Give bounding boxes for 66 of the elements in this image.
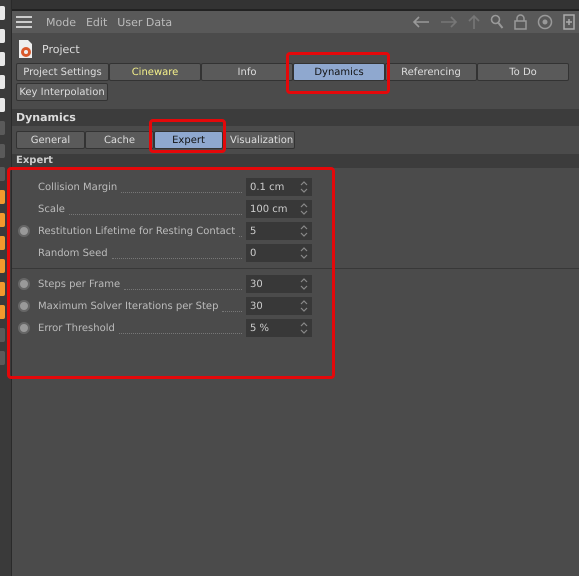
tool-icon[interactable] bbox=[0, 6, 5, 20]
tool-icon[interactable] bbox=[0, 52, 5, 66]
tab[interactable]: Visualization bbox=[223, 131, 295, 149]
parameter-label: Collision Margin bbox=[38, 182, 118, 192]
group-header: Expert bbox=[12, 154, 579, 168]
keyframe-dot[interactable] bbox=[18, 300, 30, 312]
tool-icon[interactable] bbox=[0, 98, 5, 112]
spinner-icon[interactable] bbox=[300, 246, 308, 260]
parameter-label: Scale bbox=[38, 204, 65, 214]
tool-icon[interactable] bbox=[0, 75, 5, 89]
spinner-icon[interactable] bbox=[300, 202, 308, 216]
parameter-label: Restitution Lifetime for Resting Contact bbox=[38, 226, 236, 236]
parameter-label: Random Seed bbox=[38, 248, 108, 258]
forward-arrow-icon[interactable] bbox=[440, 16, 458, 28]
object-name: Project bbox=[42, 42, 80, 56]
tab[interactable]: Referencing bbox=[385, 63, 477, 81]
menu-item[interactable]: Mode bbox=[46, 16, 76, 28]
tab[interactable]: Expert bbox=[154, 131, 223, 149]
number-field[interactable]: 0 bbox=[246, 244, 312, 262]
menu-item[interactable]: User Data bbox=[117, 16, 172, 28]
search-icon[interactable] bbox=[490, 14, 504, 30]
tab[interactable]: To Do bbox=[477, 63, 569, 81]
parameter-label: Error Threshold bbox=[38, 322, 115, 334]
tab[interactable]: Cineware bbox=[109, 63, 201, 81]
tool-icon[interactable] bbox=[0, 190, 5, 204]
tool-icon[interactable] bbox=[0, 144, 5, 158]
up-arrow-icon[interactable] bbox=[468, 14, 480, 30]
target-icon[interactable] bbox=[537, 14, 553, 30]
number-field[interactable]: 100 cm bbox=[246, 200, 312, 218]
tab[interactable]: Key Interpolation bbox=[16, 83, 108, 101]
spinner-icon[interactable] bbox=[300, 299, 308, 313]
menu-icon[interactable] bbox=[16, 16, 32, 28]
tab[interactable]: Info bbox=[201, 63, 293, 81]
number-field[interactable]: 5 % bbox=[246, 319, 312, 337]
tool-icon[interactable] bbox=[0, 121, 5, 135]
spinner-icon[interactable] bbox=[300, 180, 308, 194]
tool-icon[interactable] bbox=[0, 29, 5, 43]
tool-icon[interactable] bbox=[0, 259, 5, 273]
spinner-icon[interactable] bbox=[300, 277, 308, 291]
tab[interactable]: Dynamics bbox=[293, 63, 385, 81]
spinner-icon[interactable] bbox=[300, 224, 308, 238]
number-field[interactable]: 0.1 cm bbox=[246, 178, 312, 196]
parameter-label: Maximum Solver Iterations per Step bbox=[38, 300, 218, 312]
tab[interactable]: Project Settings bbox=[16, 63, 109, 81]
lock-icon[interactable] bbox=[514, 14, 527, 30]
tool-icon[interactable] bbox=[0, 236, 5, 250]
number-field[interactable]: 30 bbox=[246, 297, 312, 315]
tool-icon[interactable] bbox=[0, 351, 5, 365]
number-field[interactable]: 30 bbox=[246, 275, 312, 293]
section-header: Dynamics bbox=[12, 109, 579, 126]
tool-icon[interactable] bbox=[0, 282, 5, 296]
tab[interactable]: Cache bbox=[85, 131, 154, 149]
back-arrow-icon[interactable] bbox=[412, 16, 430, 28]
new-panel-icon[interactable] bbox=[563, 14, 575, 30]
keyframe-dot[interactable] bbox=[18, 322, 30, 334]
tab[interactable]: General bbox=[16, 131, 85, 149]
tool-icon[interactable] bbox=[0, 305, 5, 319]
tool-icon[interactable] bbox=[0, 213, 5, 227]
menu-item[interactable]: Edit bbox=[86, 16, 108, 28]
tool-icon[interactable] bbox=[0, 167, 5, 181]
spinner-icon[interactable] bbox=[300, 321, 308, 335]
keyframe-dot[interactable] bbox=[18, 278, 30, 290]
number-field[interactable]: 5 bbox=[246, 222, 312, 240]
keyframe-dot[interactable] bbox=[18, 225, 30, 237]
parameter-label: Steps per Frame bbox=[38, 278, 120, 290]
tool-icon[interactable] bbox=[0, 328, 5, 342]
